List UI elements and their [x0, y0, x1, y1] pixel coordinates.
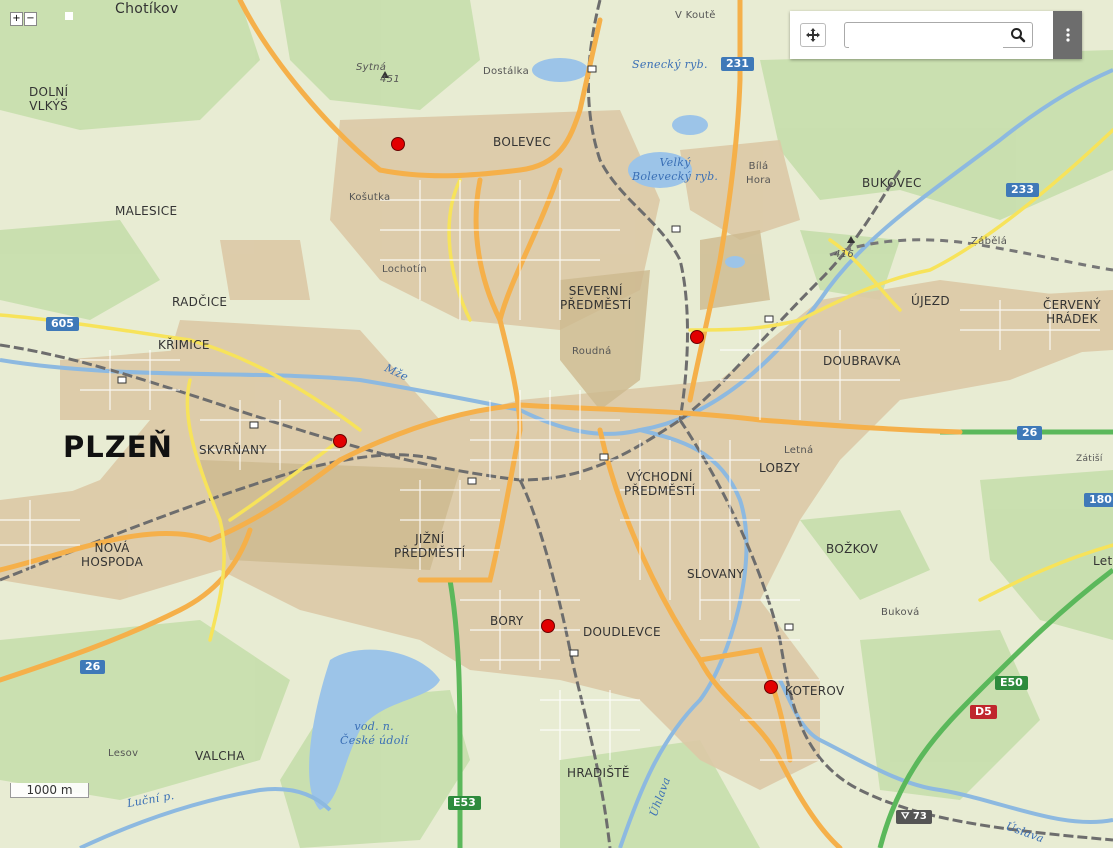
- place-label-jizni-predmesti: JIŽNÍ PŘEDMĚSTÍ: [394, 532, 466, 560]
- route-shield-180: 180: [1084, 493, 1113, 507]
- route-shield-26: 26: [1017, 426, 1043, 440]
- place-label-letna: Letná: [784, 445, 814, 456]
- place-label-lochotin: Lochotín: [382, 264, 427, 275]
- place-label-doubravka: DOUBRAVKA: [823, 354, 901, 368]
- map-marker-bolevec[interactable]: [391, 137, 405, 151]
- city-label-plzen: PLZEŇ: [63, 430, 173, 464]
- fullscreen-toggle[interactable]: [65, 12, 73, 20]
- place-label-severni-predmesti: SEVERNÍ PŘEDMĚSTÍ: [560, 284, 632, 312]
- place-label-ujezd: ÚJEZD: [911, 294, 950, 308]
- place-label-slovany: SLOVANY: [687, 567, 745, 581]
- route-shield-231: 231: [721, 57, 754, 71]
- search-panel: [790, 11, 1082, 59]
- route-shield-233: 233: [1006, 183, 1039, 197]
- place-label-zatisi: Zátiší: [1076, 454, 1103, 464]
- place-label-nova-hospoda: NOVÁ HOSPODA: [81, 541, 144, 569]
- place-label-krimice: KŘIMICE: [158, 338, 210, 352]
- place-label-bila-hora: Bílá Hora: [746, 161, 772, 186]
- place-label-hradiste: HRADIŠTĚ: [567, 766, 630, 780]
- map-marker-skvrnany[interactable]: [333, 434, 347, 448]
- water-label-velky-bolevecky: Velký Bolevecký ryb.: [632, 156, 719, 183]
- place-label-bory: BORY: [490, 614, 524, 628]
- motorway-sign-icon: ⛛: [901, 811, 913, 822]
- place-label-lesov: Lesov: [108, 748, 139, 759]
- route-shield-73-label: 73: [912, 811, 927, 822]
- scale-bar: 1000 m: [10, 783, 89, 798]
- search-box: [844, 22, 1033, 48]
- place-label-chotikov: Chotíkov: [115, 1, 179, 17]
- route-shield-e53: E53: [448, 796, 481, 810]
- place-label-bozkov: BOŽKOV: [826, 542, 879, 556]
- place-label-vychodni-predmesti: VÝCHODNÍ PŘEDMĚSTÍ: [624, 470, 696, 498]
- water-label-senecky: Senecký ryb.: [632, 58, 708, 71]
- place-label-zabela: Zábělá: [971, 236, 1008, 247]
- place-label-lobzy: LOBZY: [759, 461, 800, 475]
- map-marker-koterov[interactable]: [764, 680, 778, 694]
- place-label-dolni-vlkys: DOLNÍ VLKÝŠ: [29, 85, 69, 113]
- place-label-cerveny-hradek: ČERVENÝ HRÁDEK: [1043, 298, 1101, 326]
- route-shield-e50: E50: [995, 676, 1028, 690]
- place-label-doudlevce: DOUDLEVCE: [583, 625, 661, 639]
- more-vertical-icon: [1065, 28, 1070, 42]
- zoom-in-button[interactable]: +: [10, 12, 23, 26]
- place-label-bukovec: BUKOVEC: [862, 176, 922, 190]
- route-shield-605: 605: [46, 317, 79, 331]
- move-button[interactable]: [800, 23, 826, 47]
- peak-height-sytna: 451: [380, 74, 400, 85]
- place-label-radcice: RADČICE: [172, 295, 228, 309]
- zoom-controls: + −: [10, 12, 37, 26]
- map-marker-doubravka[interactable]: [690, 330, 704, 344]
- map-marker-bory[interactable]: [541, 619, 555, 633]
- place-label-kosutka: Košutka: [349, 192, 391, 203]
- place-label-roudna: Roudná: [572, 346, 612, 357]
- water-label-ceske-udoli: vod. n. České údolí: [340, 720, 409, 747]
- place-label-malesice: MALESICE: [115, 204, 178, 218]
- route-shield-26: 26: [80, 660, 106, 674]
- zoom-out-button[interactable]: −: [24, 12, 37, 26]
- place-label-v-koute: V Koutě: [675, 10, 716, 21]
- place-label-dostalka: Dostálka: [483, 66, 529, 77]
- place-label-bolevec: BOLEVEC: [493, 135, 552, 149]
- place-label-let: Let: [1093, 554, 1113, 568]
- peak-height-416: 416: [834, 249, 854, 260]
- route-shield-73: ⛛ 73: [896, 810, 932, 824]
- search-icon[interactable]: [1010, 27, 1026, 43]
- move-arrows-icon: [806, 28, 820, 42]
- place-label-bukova: Buková: [881, 607, 920, 618]
- place-label-skvrnany: SKVRŇANY: [199, 443, 267, 457]
- route-shield-d5: D5: [970, 705, 997, 719]
- place-label-valcha: VALCHA: [195, 749, 245, 763]
- menu-button[interactable]: [1053, 11, 1082, 59]
- search-input[interactable]: [849, 24, 1003, 48]
- map-canvas[interactable]: [0, 0, 1113, 848]
- place-label-koterov: KOTEROV: [785, 684, 845, 698]
